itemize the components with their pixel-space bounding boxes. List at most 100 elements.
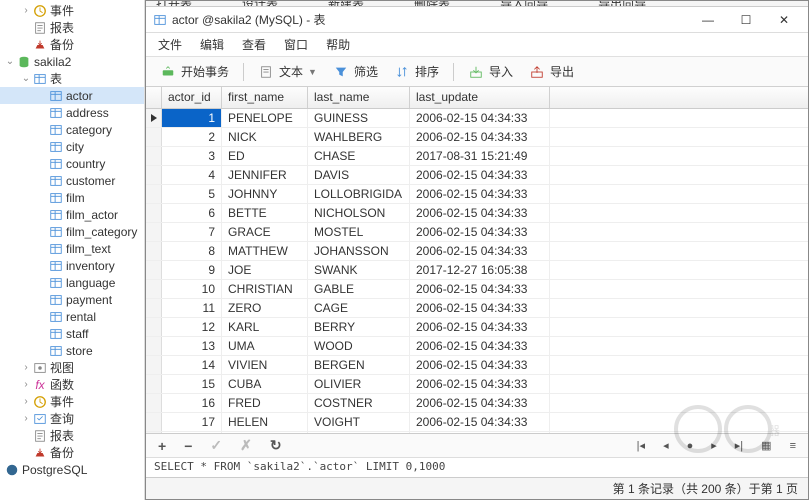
cell-first-name[interactable]: FRED [222, 394, 308, 412]
cell-actor-id[interactable]: 5 [162, 185, 222, 203]
cell-last-update[interactable]: 2006-02-15 04:34:33 [410, 280, 550, 298]
cell-last-name[interactable]: DAVIS [308, 166, 410, 184]
table-row[interactable]: 8MATTHEWJOHANSSON2006-02-15 04:34:33 [146, 242, 808, 261]
cell-last-update[interactable]: 2006-02-15 04:34:33 [410, 299, 550, 317]
table-row[interactable]: 1PENELOPEGUINESS2006-02-15 04:34:33 [146, 109, 808, 128]
cell-last-name[interactable]: CAGE [308, 299, 410, 317]
tree-db-sakila2[interactable]: ⌄sakila2 [0, 53, 144, 70]
tree-backups[interactable]: 备份 [0, 36, 144, 53]
tree-table-staff[interactable]: staff [0, 325, 144, 342]
tree-table-actor[interactable]: actor [0, 87, 144, 104]
tree-table-city[interactable]: city [0, 138, 144, 155]
cell-last-update[interactable]: 2006-02-15 04:34:33 [410, 318, 550, 336]
cell-first-name[interactable]: CUBA [222, 375, 308, 393]
cell-last-update[interactable]: 2006-02-15 04:34:33 [410, 185, 550, 203]
tree-table-rental[interactable]: rental [0, 308, 144, 325]
table-row[interactable]: 15CUBAOLIVIER2006-02-15 04:34:33 [146, 375, 808, 394]
cell-actor-id[interactable]: 17 [162, 413, 222, 431]
menu-view[interactable]: 查看 [242, 36, 266, 53]
grid-body[interactable]: 1PENELOPEGUINESS2006-02-15 04:34:332NICK… [146, 109, 808, 433]
cell-first-name[interactable]: UMA [222, 337, 308, 355]
grid-settings-button[interactable]: ▦ [757, 439, 775, 452]
prev-page-button[interactable]: ◂ [659, 439, 673, 452]
cell-last-update[interactable]: 2006-02-15 04:34:33 [410, 242, 550, 260]
cell-actor-id[interactable]: 7 [162, 223, 222, 241]
text-view-button[interactable]: 文本▼ [252, 61, 323, 82]
cell-last-name[interactable]: WAHLBERG [308, 128, 410, 146]
page-indicator-button[interactable]: ● [683, 440, 698, 452]
add-record-button[interactable]: + [154, 438, 170, 454]
cell-first-name[interactable]: JOHNNY [222, 185, 308, 203]
delete-record-button[interactable]: − [180, 438, 196, 454]
tree-table-film_text[interactable]: film_text [0, 240, 144, 257]
import-button[interactable]: 导入 [462, 61, 519, 82]
col-last-update[interactable]: last_update [410, 87, 550, 108]
cell-first-name[interactable]: HELEN [222, 413, 308, 431]
cell-last-name[interactable]: WOOD [308, 337, 410, 355]
table-row[interactable]: 9JOESWANK2017-12-27 16:05:38 [146, 261, 808, 280]
tree-table-country[interactable]: country [0, 155, 144, 172]
cell-last-update[interactable]: 2017-12-27 16:05:38 [410, 261, 550, 279]
cell-last-name[interactable]: JOHANSSON [308, 242, 410, 260]
tree-events[interactable]: ›事件 [0, 2, 144, 19]
menu-help[interactable]: 帮助 [326, 36, 350, 53]
table-row[interactable]: 10CHRISTIANGABLE2006-02-15 04:34:33 [146, 280, 808, 299]
cell-last-update[interactable]: 2006-02-15 04:34:33 [410, 337, 550, 355]
tree-table-category[interactable]: category [0, 121, 144, 138]
table-row[interactable]: 14VIVIENBERGEN2006-02-15 04:34:33 [146, 356, 808, 375]
table-row[interactable]: 12KARLBERRY2006-02-15 04:34:33 [146, 318, 808, 337]
tree-table-film_category[interactable]: film_category [0, 223, 144, 240]
cell-first-name[interactable]: GRACE [222, 223, 308, 241]
cell-first-name[interactable]: JOE [222, 261, 308, 279]
close-button[interactable]: ✕ [774, 13, 794, 27]
tree-table-payment[interactable]: payment [0, 291, 144, 308]
cell-first-name[interactable]: ED [222, 147, 308, 165]
cell-last-name[interactable]: BERRY [308, 318, 410, 336]
cell-actor-id[interactable]: 8 [162, 242, 222, 260]
cell-last-update[interactable]: 2006-02-15 04:34:33 [410, 109, 550, 127]
cell-last-name[interactable]: VOIGHT [308, 413, 410, 431]
cell-first-name[interactable]: ZERO [222, 299, 308, 317]
table-row[interactable]: 2NICKWAHLBERG2006-02-15 04:34:33 [146, 128, 808, 147]
cell-first-name[interactable]: PENELOPE [222, 109, 308, 127]
cell-actor-id[interactable]: 6 [162, 204, 222, 222]
tree-table-film_actor[interactable]: film_actor [0, 206, 144, 223]
cell-first-name[interactable]: NICK [222, 128, 308, 146]
cell-last-name[interactable]: BERGEN [308, 356, 410, 374]
cancel-edit-button[interactable]: ✗ [236, 437, 256, 454]
tree-functions[interactable]: ›fx函数 [0, 376, 144, 393]
cell-last-name[interactable]: MOSTEL [308, 223, 410, 241]
grid-menu-button[interactable]: ≡ [786, 440, 800, 452]
cell-first-name[interactable]: KARL [222, 318, 308, 336]
col-first-name[interactable]: first_name [222, 87, 308, 108]
tree-reports2[interactable]: 报表 [0, 427, 144, 444]
cell-actor-id[interactable]: 11 [162, 299, 222, 317]
tree-table-film[interactable]: film [0, 189, 144, 206]
cell-last-name[interactable]: GABLE [308, 280, 410, 298]
next-page-button[interactable]: ▸ [707, 439, 721, 452]
cell-last-name[interactable]: SWANK [308, 261, 410, 279]
tree-table-language[interactable]: language [0, 274, 144, 291]
filter-button[interactable]: 筛选 [327, 61, 384, 82]
cell-actor-id[interactable]: 9 [162, 261, 222, 279]
table-row[interactable]: 3EDCHASE2017-08-31 15:21:49 [146, 147, 808, 166]
cell-last-name[interactable]: OLIVIER [308, 375, 410, 393]
confirm-button[interactable]: ✓ [206, 437, 226, 454]
cell-last-update[interactable]: 2006-02-15 04:34:33 [410, 166, 550, 184]
sort-button[interactable]: 排序 [388, 61, 445, 82]
start-transaction-button[interactable]: 开始事务 [154, 61, 235, 82]
table-row[interactable]: 13UMAWOOD2006-02-15 04:34:33 [146, 337, 808, 356]
table-row[interactable]: 16FREDCOSTNER2006-02-15 04:34:33 [146, 394, 808, 413]
menu-window[interactable]: 窗口 [284, 36, 308, 53]
tree-postgresql[interactable]: PostgreSQL [0, 461, 144, 478]
cell-actor-id[interactable]: 12 [162, 318, 222, 336]
table-row[interactable]: 7GRACEMOSTEL2006-02-15 04:34:33 [146, 223, 808, 242]
cell-last-update[interactable]: 2006-02-15 04:34:33 [410, 128, 550, 146]
tree-backups2[interactable]: 备份 [0, 444, 144, 461]
table-row[interactable]: 11ZEROCAGE2006-02-15 04:34:33 [146, 299, 808, 318]
cell-actor-id[interactable]: 14 [162, 356, 222, 374]
cell-actor-id[interactable]: 1 [162, 109, 222, 127]
minimize-button[interactable]: — [698, 13, 718, 27]
cell-actor-id[interactable]: 4 [162, 166, 222, 184]
tree-table-customer[interactable]: customer [0, 172, 144, 189]
